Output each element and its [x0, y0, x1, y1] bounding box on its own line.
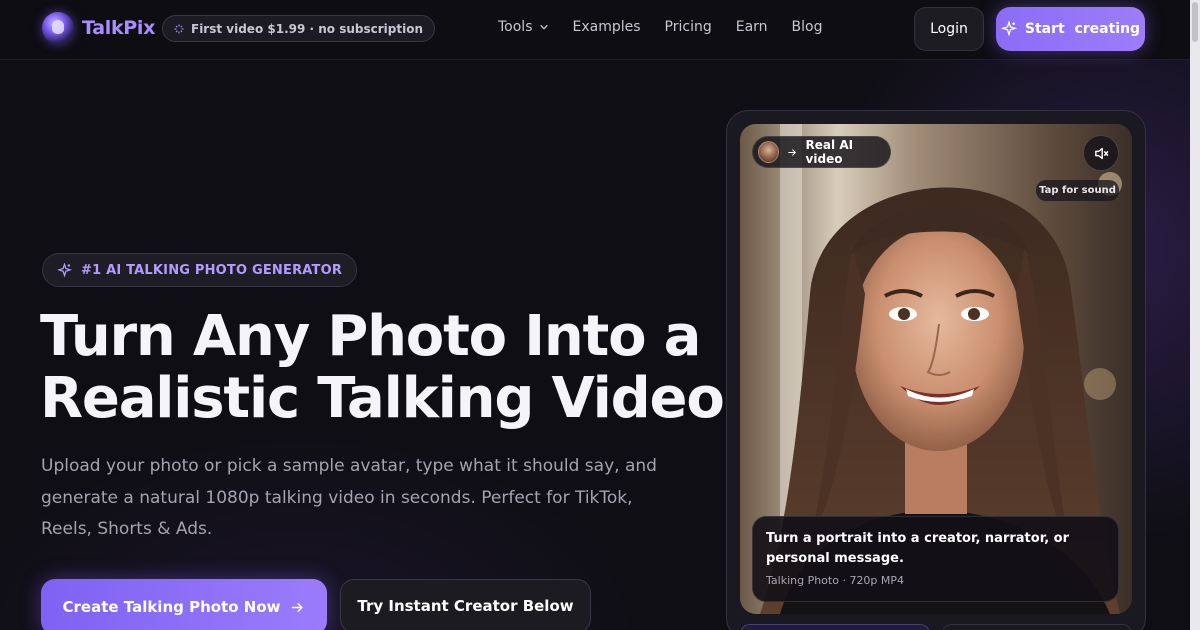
top-navigation: TalkPix First video $1.99 · no subscript… — [0, 0, 1200, 60]
hero-subtext: Upload your photo or pick a sample avata… — [41, 456, 657, 539]
hero-headline-line-2: Realistic Talking Video — [40, 366, 725, 431]
scrollbar-thumb[interactable] — [1192, 2, 1198, 42]
speaker-muted-icon — [1094, 147, 1108, 159]
avatar — [758, 141, 780, 163]
nav-link-blog[interactable]: Blog — [792, 19, 823, 35]
nav-link-pricing[interactable]: Pricing — [665, 19, 712, 35]
hero-badge: #1 AI TALKING PHOTO GENERATOR — [42, 253, 358, 287]
tap-for-sound-hint[interactable]: Tap for sound — [1036, 180, 1119, 201]
start-creating-label: Start creating — [1024, 21, 1141, 37]
card-tab-peek-2[interactable] — [942, 624, 1132, 630]
create-talking-photo-label: Create Talking Photo Now — [62, 598, 281, 616]
brand-name: TalkPix — [82, 17, 156, 39]
nav-link-label: Blog — [791, 19, 823, 35]
video-caption-card: Turn a portrait into a creator, narrator… — [752, 516, 1119, 602]
nav-link-earn[interactable]: Earn — [736, 19, 768, 35]
try-instant-creator-button[interactable]: Try Instant Creator Below — [340, 579, 591, 630]
real-ai-video-chip: Real AI video — [752, 136, 891, 168]
real-ai-video-label: Real AI video — [805, 138, 854, 166]
video-caption-meta: Talking Photo · 720p MP4 — [766, 574, 905, 587]
sparkle-icon — [57, 262, 72, 278]
card-tabs-peek — [740, 624, 1132, 630]
logo-mark-icon — [42, 12, 74, 44]
start-creating-button[interactable]: Start creating — [996, 7, 1145, 51]
hero-headline: Turn Any Photo Into a Realistic Talking … — [40, 306, 740, 430]
brand-logo[interactable]: TalkPix — [42, 12, 155, 44]
mute-toggle-button[interactable] — [1083, 135, 1119, 171]
nav-link-label: Tools — [498, 19, 533, 35]
nav-links: Tools Examples Pricing Earn Blog — [498, 19, 847, 35]
hero-badge-text: #1 AI TALKING PHOTO GENERATOR — [81, 262, 343, 278]
nav-link-label: Earn — [735, 19, 768, 35]
login-button[interactable]: Login — [914, 7, 984, 51]
promo-pill: First video $1.99 · no subscription — [162, 15, 435, 42]
card-tab-peek-1[interactable] — [740, 624, 930, 630]
video-caption-title: Turn a portrait into a creator, narrator… — [766, 531, 1069, 566]
sparkle-icon — [174, 24, 184, 33]
nav-link-examples[interactable]: Examples — [573, 19, 641, 35]
page-scrollbar[interactable] — [1190, 0, 1200, 630]
hero-headline-line-1: Turn Any Photo Into a — [40, 304, 701, 369]
nav-link-tools[interactable]: Tools — [498, 19, 549, 35]
sparkle-icon — [1000, 21, 1017, 37]
nav-link-label: Examples — [572, 19, 641, 35]
nav-link-label: Pricing — [664, 19, 712, 35]
promo-text: First video $1.99 · no subscription — [191, 21, 423, 36]
create-talking-photo-button[interactable]: Create Talking Photo Now — [41, 579, 327, 630]
chevron-down-icon — [539, 24, 548, 30]
arrow-right-icon — [292, 602, 304, 612]
arrow-right-icon — [788, 148, 797, 156]
